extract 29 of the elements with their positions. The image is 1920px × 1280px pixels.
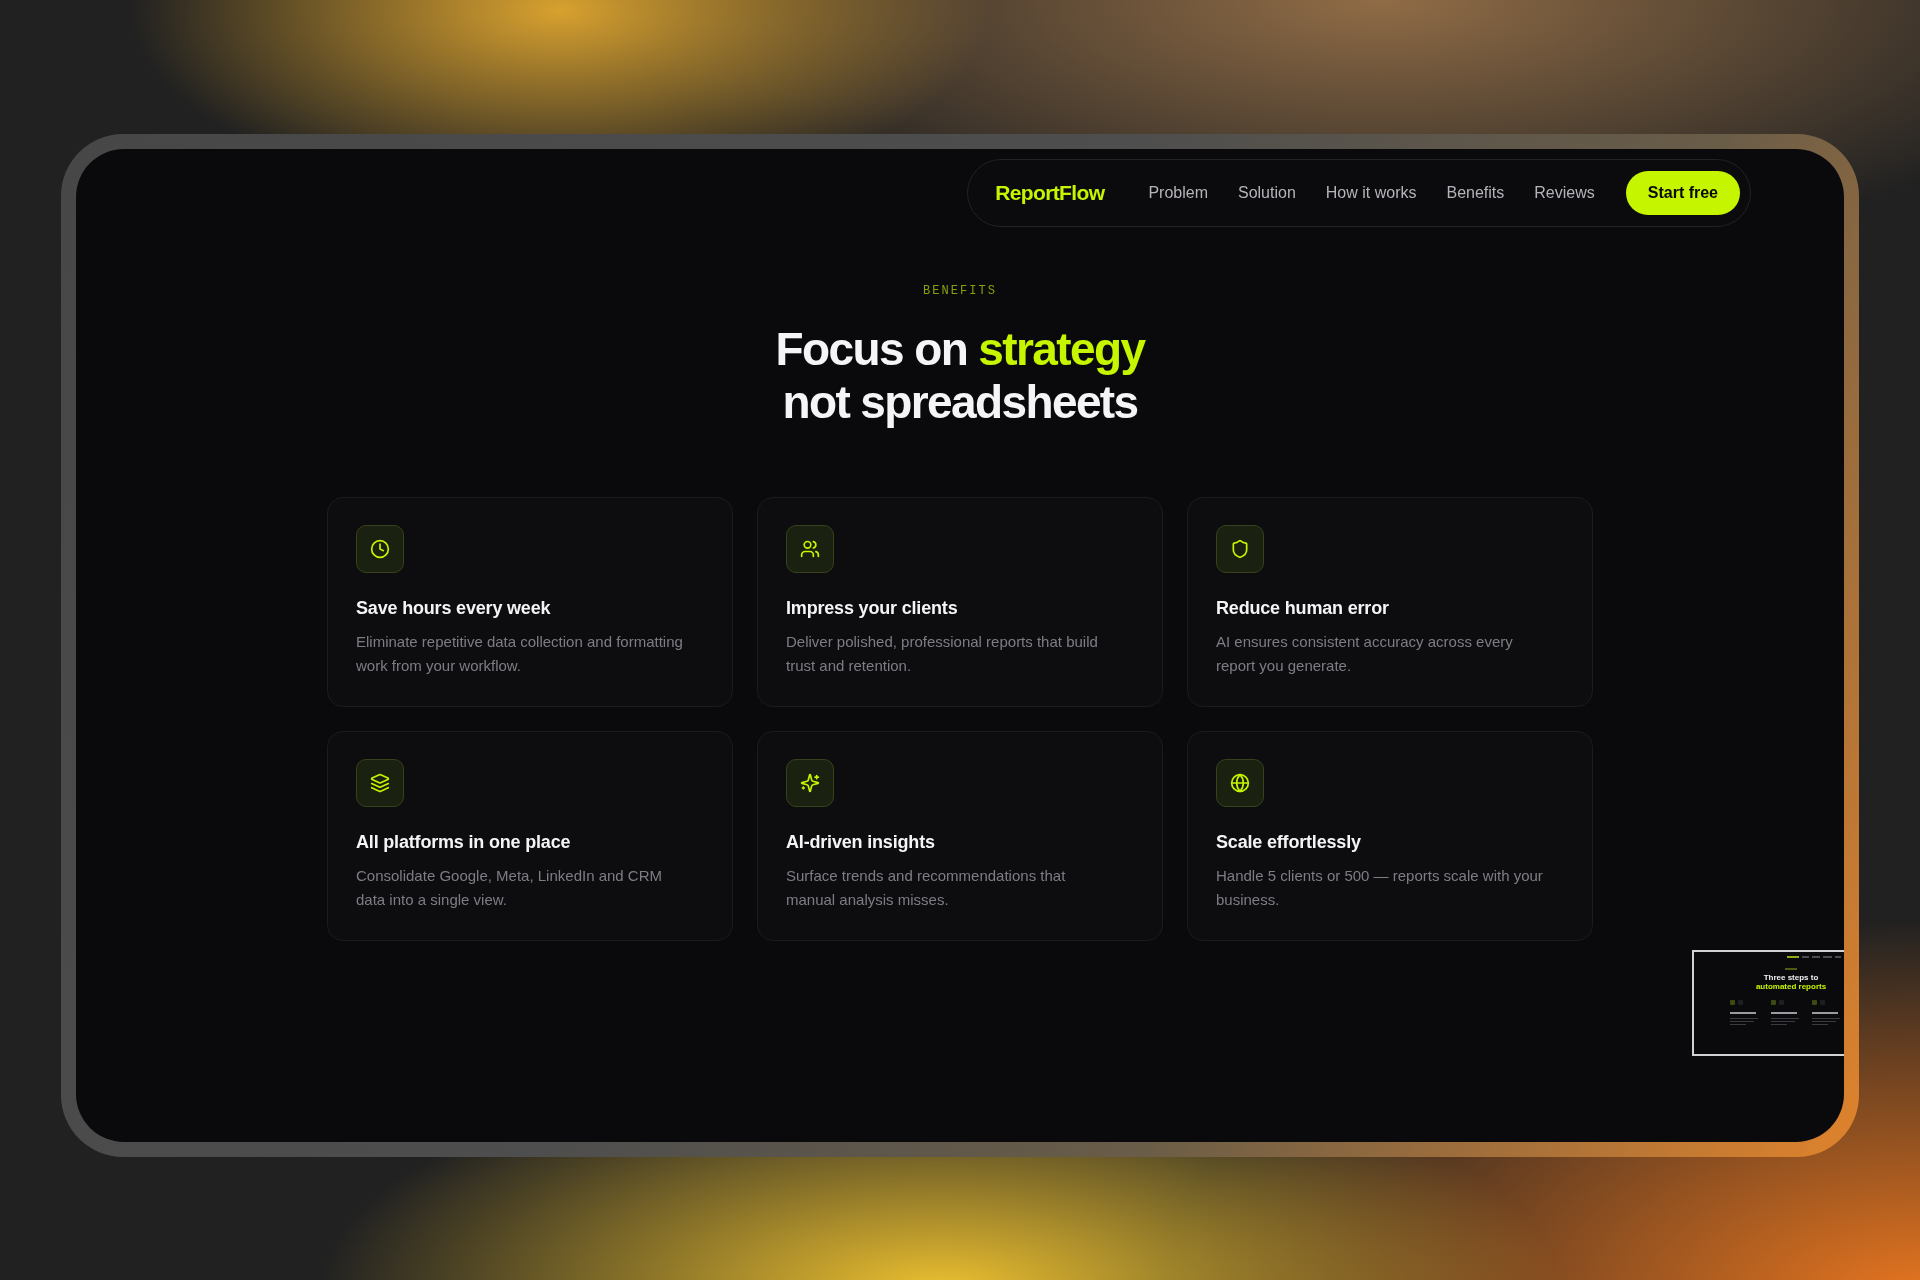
section-eyebrow: BENEFITS	[923, 283, 997, 299]
nav-link[interactable]: Solution	[1237, 181, 1296, 205]
card-description: Deliver polished, professional reports that build trust and retention.	[786, 632, 1099, 676]
people-icon	[786, 525, 834, 573]
brand-logo[interactable]: ReportFlow	[995, 177, 1105, 209]
preview-heading: Three steps to automated reports	[1754, 973, 1828, 991]
card-title: Save hours every week	[356, 597, 551, 620]
section-heading: Focus on strategy not spreadsheets	[775, 323, 1145, 429]
card-description: Eliminate repetitive data collection and formatting work from your workflow.	[356, 632, 684, 676]
start-free-button[interactable]: Start free	[1625, 171, 1740, 215]
card-title: All platforms in one place	[356, 831, 571, 854]
card-description: Consolidate Google, Meta, LinkedIn and CRM data into a single view.	[356, 866, 663, 910]
card-title: Scale effortlessly	[1216, 831, 1361, 854]
layers-icon	[356, 759, 404, 807]
nav-link[interactable]: Reviews	[1534, 181, 1595, 205]
globe-icon	[1216, 759, 1264, 807]
card-description: Handle 5 clients or 500 — reports scale with your business.	[1216, 866, 1544, 910]
card-title: Reduce human error	[1216, 597, 1389, 620]
card-title: Impress your clients	[786, 597, 958, 620]
nav-link[interactable]: Benefits	[1446, 181, 1505, 205]
shield-icon	[1216, 525, 1264, 573]
nav-link[interactable]: How it works	[1325, 181, 1417, 205]
card-description: AI ensures consistent accuracy across every report you generate.	[1216, 632, 1514, 676]
clock-icon	[356, 525, 404, 573]
card-title: AI-driven insights	[786, 831, 935, 854]
sparkle-icon	[786, 759, 834, 807]
step-card-drawing	[1812, 1000, 1842, 1025]
card-description: Surface trends and recommendations that manual analysis misses.	[786, 866, 1067, 910]
nav-link[interactable]: Problem	[1148, 181, 1208, 205]
